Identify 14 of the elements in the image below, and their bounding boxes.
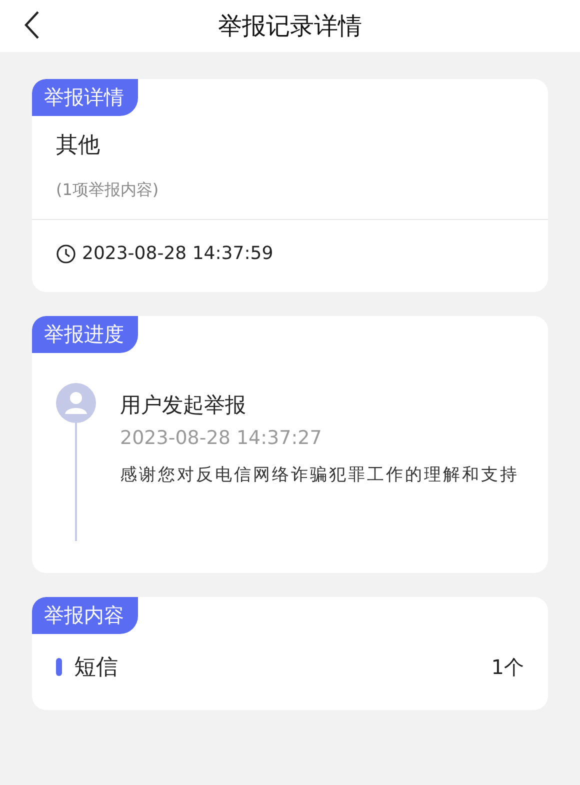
report-time: 2023-08-28 14:37:59 [82,243,274,264]
section-badge: 举报内容 [32,597,138,634]
clock-icon [56,244,76,264]
step-time: 2023-08-28 14:37:27 [120,427,323,449]
content-count: 1个 [491,654,524,680]
accent-bar-icon [56,658,62,676]
step-message: 感谢您对反电信网络诈骗犯罪工作的理解和支持 [120,464,520,487]
content-type: 短信 [74,654,119,682]
section-badge: 举报详情 [32,79,138,116]
report-count-note: (1项举报内容) [56,180,160,201]
section-badge: 举报进度 [32,316,138,353]
page-title: 举报记录详情 [218,11,362,42]
report-category: 其他 [56,132,101,160]
step-title: 用户发起举报 [120,392,247,419]
